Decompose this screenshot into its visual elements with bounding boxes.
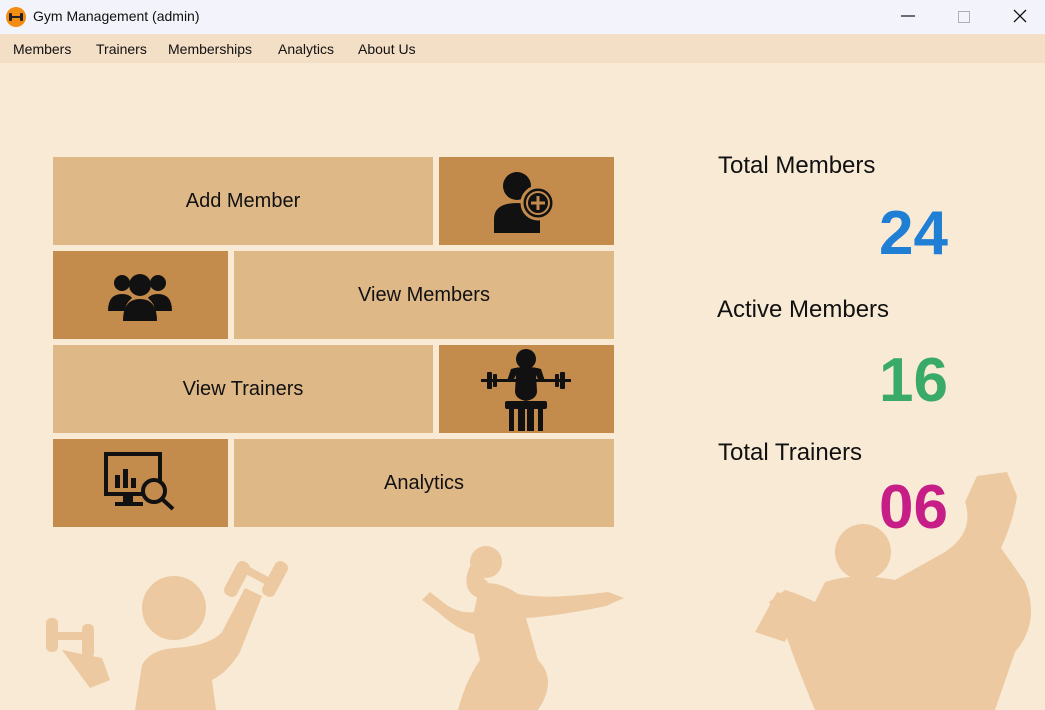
view-trainers-icon-button[interactable]	[439, 345, 614, 433]
menu-trainers[interactable]: Trainers	[96, 41, 147, 57]
total-members-value: 24	[879, 199, 948, 268]
active-members-label: Active Members	[717, 296, 890, 323]
weightlifter-icon	[481, 349, 571, 431]
total-trainers-label: Total Trainers	[718, 439, 863, 466]
menu-analytics[interactable]: Analytics	[278, 41, 334, 57]
minimize-icon	[901, 15, 915, 17]
view-members-button[interactable]: View Members	[234, 251, 614, 339]
menu-bar: Members Trainers Memberships Analytics A…	[0, 34, 1045, 63]
menu-memberships[interactable]: Memberships	[168, 41, 252, 57]
total-trainers-value: 06	[879, 473, 948, 542]
add-member-label: Add Member	[185, 189, 301, 212]
analytics-label: Analytics	[383, 471, 465, 494]
analytics-icon-button[interactable]	[53, 439, 228, 527]
active-members-value: 16	[879, 346, 948, 415]
analytics-button[interactable]: Analytics	[234, 439, 614, 527]
window-title: Gym Management (admin)	[33, 8, 200, 24]
title-bar: Gym Management (admin)	[0, 0, 1045, 34]
total-members-label: Total Members	[718, 152, 876, 179]
add-member-button[interactable]: Add Member	[53, 157, 433, 245]
add-user-icon	[494, 172, 556, 233]
chart-search-icon	[104, 452, 175, 511]
dumbbell-woman-silhouette	[46, 561, 288, 710]
app-logo-icon	[6, 7, 26, 27]
user-group-icon	[108, 274, 172, 321]
jumping-woman-silhouette	[422, 546, 624, 710]
view-trainers-button[interactable]: View Trainers	[53, 345, 433, 433]
close-button[interactable]	[992, 0, 1045, 34]
menu-about-us[interactable]: About Us	[358, 41, 416, 57]
maximize-button[interactable]	[936, 0, 992, 34]
close-icon	[1013, 9, 1027, 23]
add-member-icon-button[interactable]	[439, 157, 614, 245]
view-members-icon-button[interactable]	[53, 251, 228, 339]
view-trainers-label: View Trainers	[182, 377, 304, 400]
minimize-button[interactable]	[880, 0, 936, 34]
menu-members[interactable]: Members	[13, 41, 71, 57]
view-members-label: View Members	[358, 283, 490, 306]
maximize-icon	[958, 11, 970, 23]
